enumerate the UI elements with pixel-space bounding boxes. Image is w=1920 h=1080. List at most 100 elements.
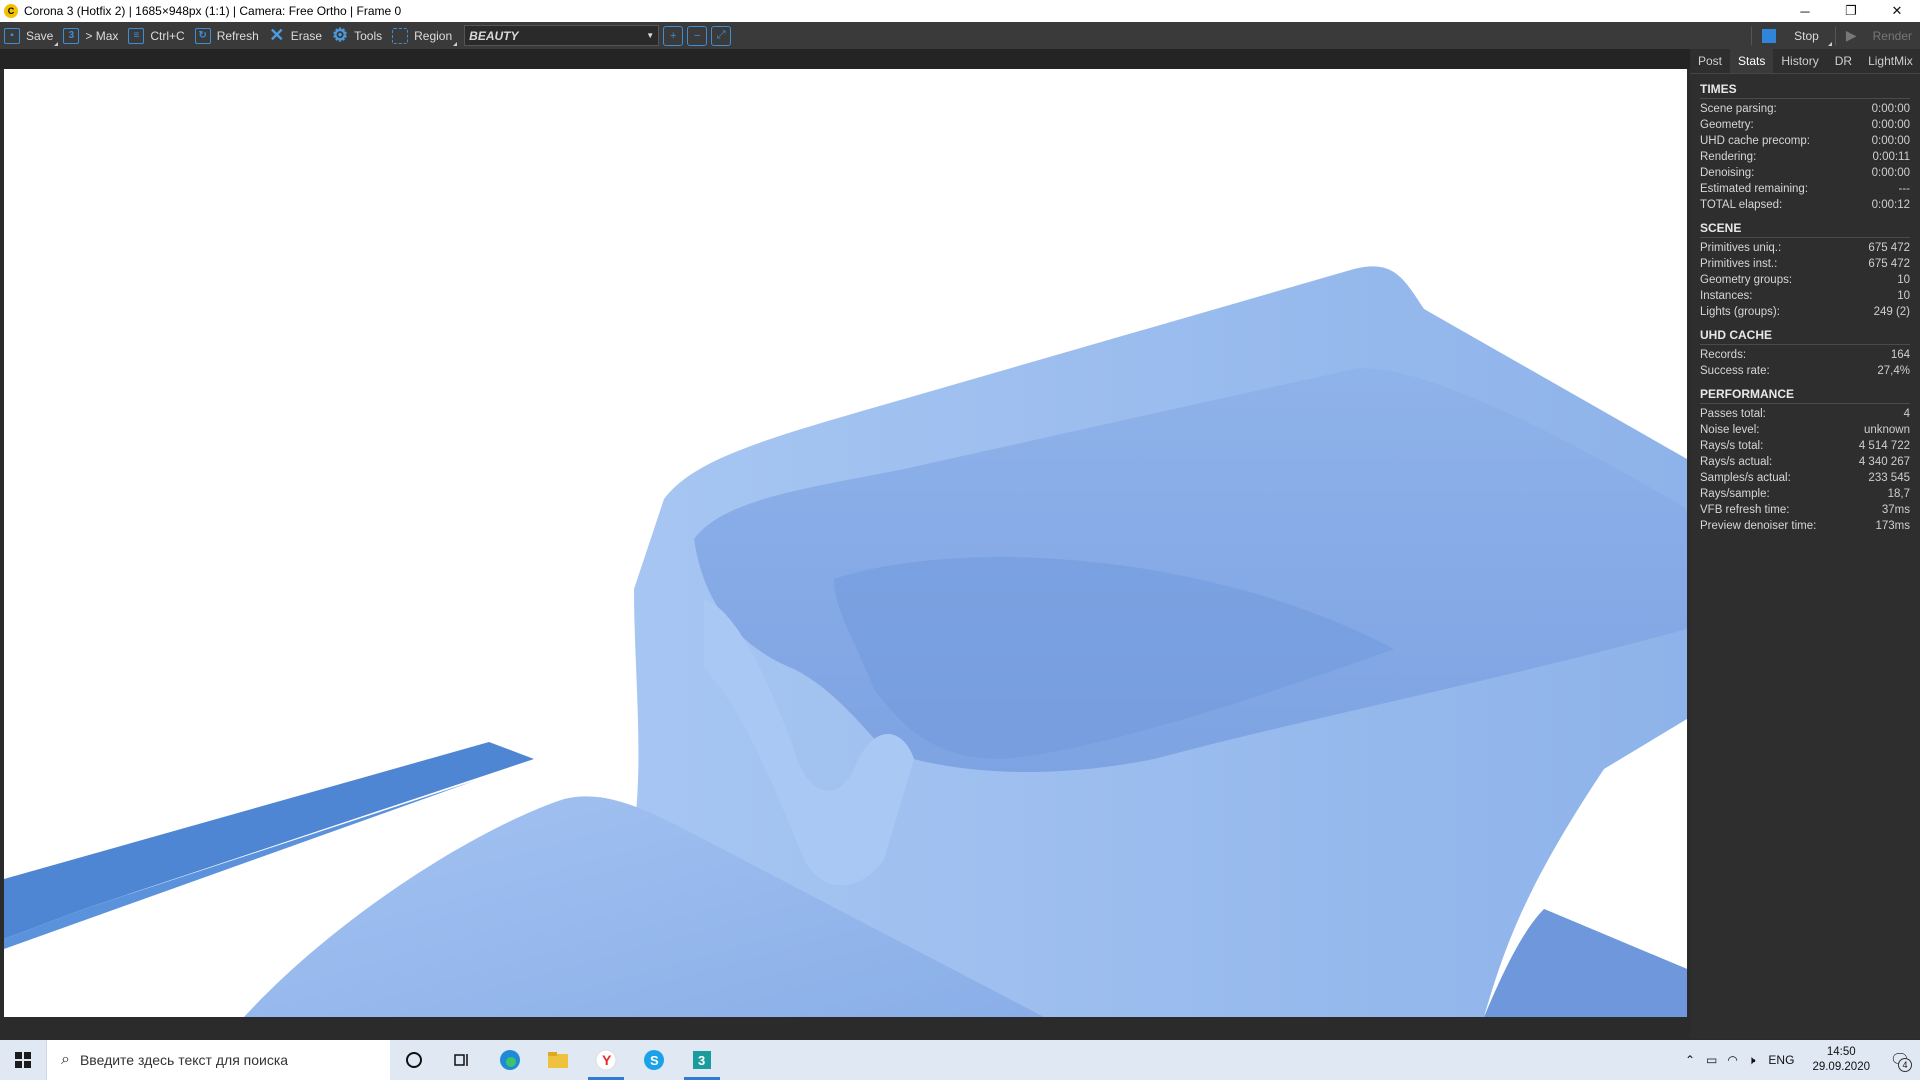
stat-row: Preview denoiser time: 173ms — [1700, 518, 1910, 534]
yandex-browser-icon[interactable]: Y — [582, 1040, 630, 1080]
performance-section: PERFORMANCE Passes total: 4 Noise level: u… — [1690, 379, 1920, 534]
skype-icon[interactable]: S — [630, 1040, 678, 1080]
stat-label: Passes total: — [1700, 408, 1766, 420]
stat-label: Estimated remaining: — [1700, 183, 1809, 195]
tab-post[interactable]: Post — [1690, 49, 1730, 73]
max-icon: 3 — [63, 27, 80, 44]
network-icon[interactable]: ◠ — [1722, 1053, 1742, 1067]
render-viewport[interactable] — [4, 69, 1687, 1017]
language-indicator[interactable]: ENG — [1760, 1053, 1802, 1067]
battery-icon[interactable]: ▭ — [1701, 1053, 1722, 1067]
tools-button[interactable]: ⚙ Tools — [328, 22, 388, 49]
corona-icon: C — [4, 4, 18, 18]
stat-value: 675 472 — [1868, 242, 1910, 254]
start-button[interactable] — [0, 1040, 46, 1080]
erase-icon: ✕ — [269, 25, 285, 45]
stat-row: Rendering: 0:00:11 — [1700, 149, 1910, 165]
erase-button[interactable]: ✕ Erase — [265, 22, 328, 49]
stop-button[interactable]: Stop — [1754, 22, 1833, 49]
stat-label: Primitives uniq.: — [1700, 242, 1782, 254]
erase-label: Erase — [290, 28, 323, 43]
save-label: Save — [26, 28, 54, 43]
stat-label: Scene parsing: — [1700, 103, 1777, 115]
section-heading: SCENE — [1700, 213, 1910, 238]
zoom-out-icon[interactable]: − — [687, 25, 708, 46]
stat-row: Samples/s actual: 233 545 — [1700, 470, 1910, 486]
tab-stats[interactable]: Stats — [1730, 49, 1774, 73]
stat-label: Rays/s actual: — [1700, 456, 1773, 468]
render-pass-select[interactable]: BEAUTY ▼ — [464, 25, 660, 46]
region-label: Region — [414, 28, 453, 43]
stop-icon — [1762, 28, 1777, 43]
stat-value: 249 (2) — [1873, 306, 1910, 318]
notification-center-button[interactable]: 🗨 4 — [1880, 1040, 1920, 1080]
volume-icon[interactable]: 🕨 — [1743, 1053, 1761, 1068]
search-icon: ⌕ — [61, 1051, 70, 1068]
clock[interactable]: 14:50 29.09.2020 — [1802, 1045, 1880, 1075]
stat-value: 164 — [1890, 349, 1910, 361]
play-icon: ▶ — [1845, 27, 1857, 43]
clock-date: 29.09.2020 — [1812, 1061, 1870, 1073]
svg-text:3: 3 — [698, 1053, 705, 1068]
stat-row: UHD cache precomp: 0:00:00 — [1700, 133, 1910, 149]
minimize-button[interactable]: ─ — [1782, 0, 1828, 22]
stat-value: 10 — [1897, 290, 1910, 302]
section-heading: UHD CACHE — [1700, 320, 1910, 345]
copy-button[interactable]: ≡ Ctrl+C — [124, 22, 190, 49]
stat-value: 173ms — [1875, 520, 1910, 532]
taskbar-search[interactable]: ⌕ Введите здесь текст для поиска — [46, 1040, 390, 1080]
close-button[interactable]: ✕ — [1874, 0, 1920, 22]
stat-row: Success rate: 27,4% — [1700, 363, 1910, 379]
send-to-max-button[interactable]: 3 > Max — [59, 22, 124, 49]
stat-value: unknown — [1863, 424, 1910, 436]
clock-time: 14:50 — [1826, 1046, 1856, 1058]
stat-value: 27,4% — [1877, 365, 1910, 377]
3dsmax-icon[interactable]: 3 — [678, 1040, 726, 1080]
stat-label: Records: — [1700, 349, 1747, 361]
window-controls: ─ ❐ ✕ — [1782, 0, 1920, 22]
vfb-toolbar: ▪ Save 3 > Max ≡ Ctrl+C ↻ Refresh ✕ Eras… — [0, 22, 1920, 49]
tab-dr[interactable]: DR — [1827, 49, 1860, 73]
stat-value: --- — [1898, 183, 1911, 195]
chevron-up-icon[interactable]: ⌃ — [1679, 1053, 1701, 1067]
edge-icon[interactable] — [486, 1040, 534, 1080]
svg-text:S: S — [650, 1053, 659, 1068]
restore-button[interactable]: ❐ — [1828, 0, 1874, 22]
search-placeholder: Введите здесь текст для поиска — [79, 1052, 289, 1068]
refresh-button[interactable]: ↻ Refresh — [191, 22, 265, 49]
stat-label: Rendering: — [1700, 151, 1757, 163]
stat-label: Primitives inst.: — [1700, 258, 1778, 270]
zoom-fit-icon[interactable]: ⤢ — [711, 25, 732, 46]
windows-logo-icon — [15, 1052, 31, 1068]
stat-label: Lights (groups): — [1700, 306, 1780, 318]
stat-row: Primitives uniq.: 675 472 — [1700, 240, 1910, 256]
save-button[interactable]: ▪ Save — [0, 22, 59, 49]
tab-history[interactable]: History — [1773, 49, 1826, 73]
region-button[interactable]: Region — [388, 22, 458, 49]
stat-row: Geometry: 0:00:00 — [1700, 117, 1910, 133]
rendered-image — [4, 266, 1687, 1017]
stats-panel: Post Stats History DR LightMix TIMES Sce… — [1690, 49, 1920, 1039]
tab-lightmix[interactable]: LightMix — [1860, 49, 1920, 73]
stat-label: Preview denoiser time: — [1700, 520, 1817, 532]
stat-row: Scene parsing: 0:00:00 — [1700, 101, 1910, 117]
stat-row: VFB refresh time: 37ms — [1700, 502, 1910, 518]
stat-label: Rays/s total: — [1700, 440, 1764, 452]
render-pass-value: BEAUTY — [469, 28, 519, 43]
notification-count: 4 — [1898, 1058, 1912, 1072]
task-view-icon[interactable] — [438, 1040, 486, 1080]
region-icon — [392, 27, 409, 44]
cortana-icon[interactable] — [390, 1040, 438, 1080]
stat-label: Success rate: — [1700, 365, 1770, 377]
file-explorer-icon[interactable] — [534, 1040, 582, 1080]
clipboard-icon: ≡ — [128, 27, 145, 44]
stat-label: Geometry groups: — [1700, 274, 1793, 286]
render-button[interactable]: ▶ Render — [1838, 22, 1920, 49]
stat-value: 0:00:12 — [1871, 199, 1910, 211]
tools-label: Tools — [354, 28, 383, 43]
stat-row: Passes total: 4 — [1700, 406, 1910, 422]
stat-value: 4 514 722 — [1858, 440, 1910, 452]
stat-row: TOTAL elapsed: 0:00:12 — [1700, 197, 1910, 213]
zoom-in-icon[interactable]: + — [663, 25, 684, 46]
stat-label: Geometry: — [1700, 119, 1754, 131]
